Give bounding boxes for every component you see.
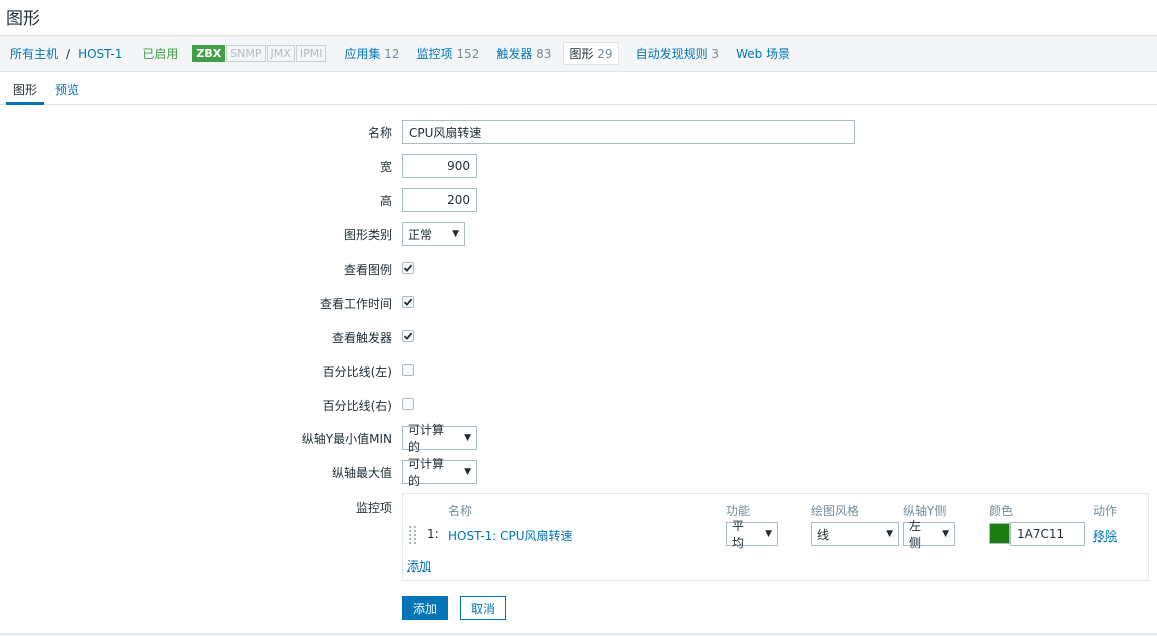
graph-items-table: 名称 功能 绘图风格 纵轴Y侧 颜色 动作 1: HOST-1: CPU风扇转速… — [402, 493, 1149, 581]
breadcrumb-host[interactable]: HOST-1 — [78, 47, 122, 61]
height-label: 高 — [379, 194, 392, 208]
nav-items-label: 监控项 — [416, 47, 453, 61]
graph-type-label: 图形类别 — [343, 228, 392, 242]
show-legend-checkbox[interactable] — [402, 262, 414, 274]
page-title: 图形 — [6, 9, 40, 29]
breadcrumb-all-hosts[interactable]: 所有主机 — [10, 45, 58, 62]
col-header-name: 名称 — [448, 504, 473, 518]
drag-handle-icon[interactable] — [409, 526, 417, 544]
item-name-link[interactable]: HOST-1: CPU风扇转速 — [448, 527, 573, 544]
item-yaxis-select[interactable]: 左侧 ▼ — [903, 519, 955, 550]
show-worktime-checkbox[interactable] — [402, 296, 414, 308]
percent-right-checkbox[interactable] — [402, 398, 414, 410]
chevron-down-icon: ▼ — [942, 529, 949, 539]
nav-triggers-count: 83 — [536, 47, 552, 61]
chevron-down-icon: ▼ — [464, 433, 471, 443]
col-header-color: 颜色 — [989, 504, 1014, 518]
show-triggers-checkbox[interactable] — [402, 330, 414, 342]
nav-web-label: Web 场景 — [736, 47, 791, 61]
nav-graphs-label: 图形 — [569, 47, 594, 61]
header-bar — [0, 0, 1157, 36]
ymax-label: 纵轴最大值 — [331, 466, 392, 480]
nav-applications[interactable]: 应用集 12 — [344, 45, 399, 62]
nav-applications-count: 12 — [384, 47, 400, 61]
graph-type-value: 正常 — [408, 227, 433, 242]
width-input[interactable] — [402, 154, 477, 178]
items-label: 监控项 — [355, 501, 392, 515]
ymin-label: 纵轴Y最小值MIN — [301, 432, 392, 446]
nav-applications-label: 应用集 — [344, 47, 381, 61]
check-icon — [403, 298, 413, 306]
item-function-select[interactable]: 平均 ▼ — [726, 519, 778, 550]
row-index: 1: — [427, 527, 439, 541]
nav-items-count: 152 — [456, 47, 480, 61]
item-function-value: 平均 — [732, 519, 745, 550]
nav-graphs-count: 29 — [597, 47, 613, 61]
host-status-enabled[interactable]: 已启用 — [142, 45, 178, 62]
breadcrumb-separator: / — [66, 46, 71, 61]
name-input[interactable] — [402, 120, 855, 144]
item-yaxis-value: 左侧 — [909, 519, 922, 550]
check-icon — [403, 264, 413, 272]
percent-right-label: 百分比线(右) — [322, 399, 392, 413]
availability-indicators: ZBX SNMP JMX IPMI — [192, 45, 327, 62]
item-drawstyle-select[interactable]: 线 ▼ — [811, 522, 899, 546]
tab-graph[interactable]: 图形 — [6, 72, 45, 105]
availability-zbx: ZBX — [192, 45, 226, 62]
ymax-value: 可计算的 — [408, 457, 445, 488]
availability-ipmi: IPMI — [295, 45, 327, 62]
chevron-down-icon: ▼ — [452, 229, 459, 239]
check-icon — [403, 332, 413, 340]
nav-discovery-rules[interactable]: 自动发现规则 3 — [636, 45, 719, 62]
percent-left-checkbox[interactable] — [402, 364, 414, 376]
item-color-input[interactable] — [1010, 522, 1085, 546]
name-label: 名称 — [367, 126, 392, 140]
chevron-down-icon: ▼ — [886, 529, 893, 539]
nav-discovery-count: 3 — [711, 47, 720, 61]
tab-preview[interactable]: 预览 — [48, 72, 86, 105]
form-tabs: 图形 预览 — [0, 72, 1157, 105]
ymin-value: 可计算的 — [408, 423, 445, 454]
graph-type-select[interactable]: 正常 ▼ — [402, 222, 465, 246]
availability-snmp: SNMP — [226, 45, 266, 62]
add-button[interactable]: 添加 — [402, 596, 449, 620]
nav-discovery-label: 自动发现规则 — [635, 47, 708, 61]
nav-graphs[interactable]: 图形 29 — [563, 42, 619, 65]
nav-triggers-label: 触发器 — [496, 47, 533, 61]
height-input[interactable] — [402, 188, 477, 212]
show-worktime-label: 查看工作时间 — [319, 297, 392, 311]
host-navigation: 所有主机 / HOST-1 已启用 ZBX SNMP JMX IPMI 应用集 … — [0, 36, 1157, 72]
remove-item-link[interactable]: 移除 — [1093, 527, 1117, 544]
add-item-link[interactable]: 添加 — [407, 557, 431, 574]
nav-items[interactable]: 监控项 152 — [417, 45, 480, 62]
ymax-select[interactable]: 可计算的 ▼ — [402, 457, 477, 488]
col-header-action: 动作 — [1093, 504, 1118, 518]
ymin-select[interactable]: 可计算的 ▼ — [402, 423, 477, 454]
graph-form-panel: 图形 预览 名称 宽 高 图形类别 正常▼ 查看图例 查看工作时间 查看触发器 … — [0, 72, 1157, 634]
availability-jmx: JMX — [266, 45, 295, 62]
show-triggers-label: 查看触发器 — [331, 331, 392, 345]
nav-web-scenarios[interactable]: Web 场景 — [736, 45, 790, 62]
cancel-button[interactable]: 取消 — [460, 596, 507, 620]
item-color-swatch[interactable] — [989, 523, 1010, 544]
nav-triggers[interactable]: 触发器 83 — [496, 45, 551, 62]
show-legend-label: 查看图例 — [343, 263, 392, 277]
chevron-down-icon: ▼ — [464, 467, 471, 477]
chevron-down-icon: ▼ — [765, 529, 772, 539]
item-drawstyle-value: 线 — [817, 527, 830, 542]
width-label: 宽 — [379, 160, 392, 174]
col-header-style: 绘图风格 — [811, 504, 860, 518]
percent-left-label: 百分比线(左) — [322, 365, 392, 379]
